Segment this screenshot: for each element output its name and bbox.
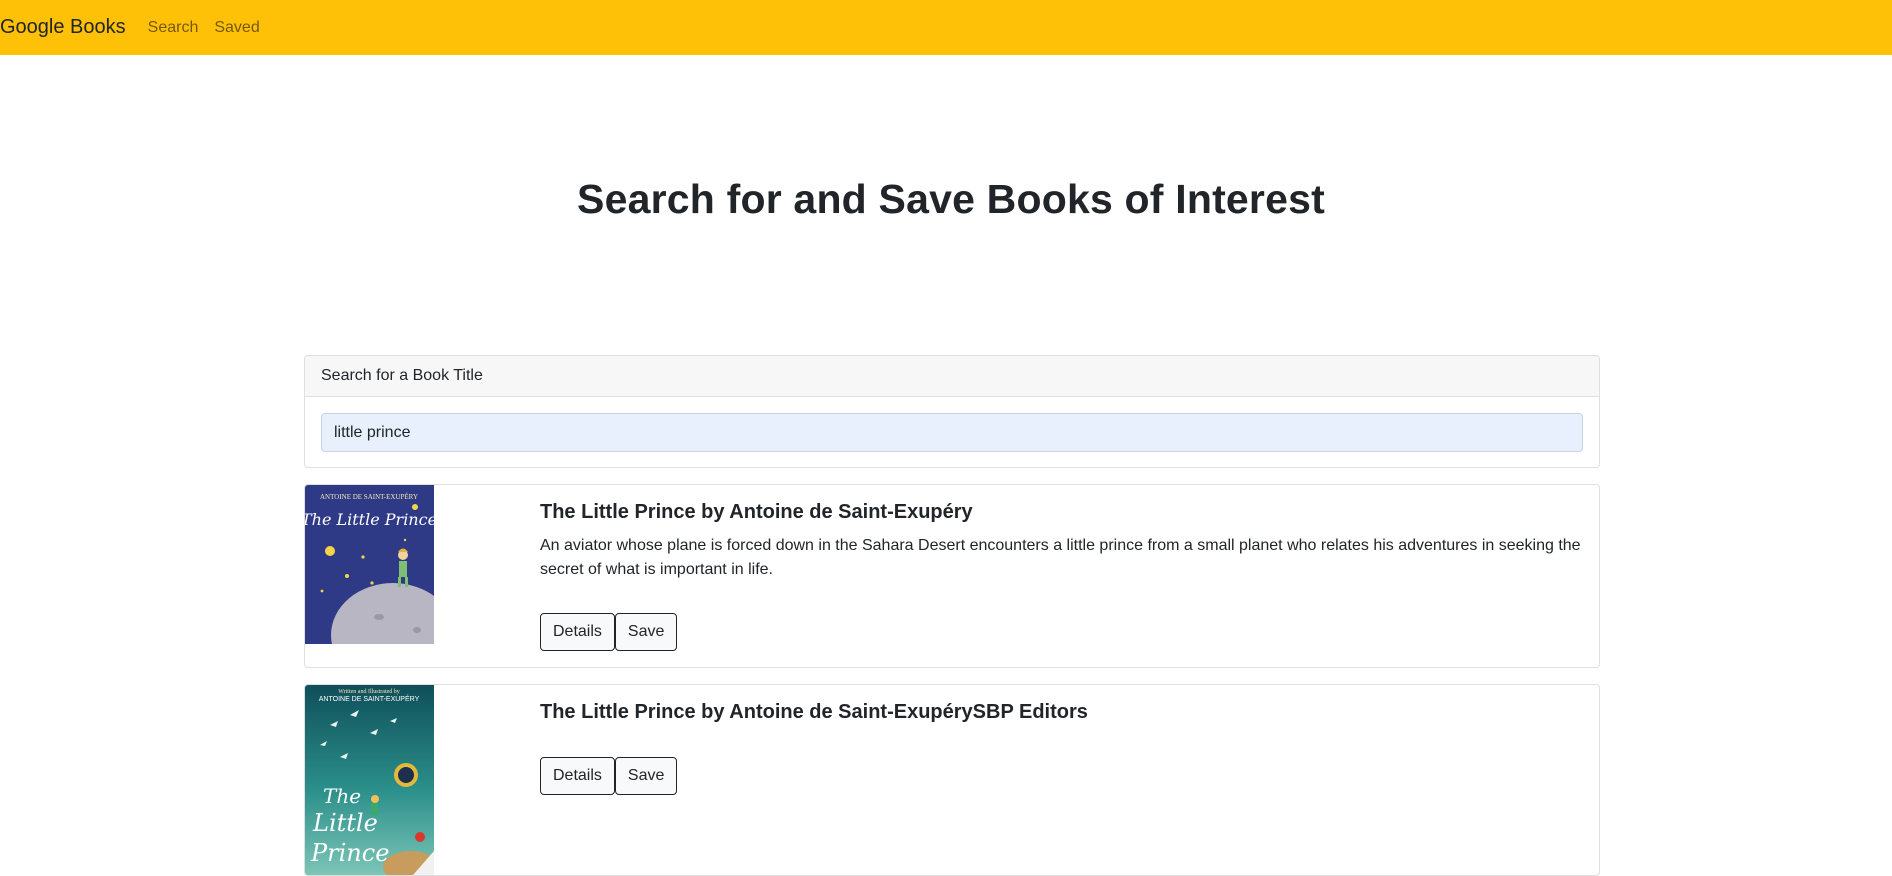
result-description: An aviator whose plane is forced down in… (540, 537, 1581, 578)
result-body: The Little Prince by Antoine de Saint-Ex… (540, 501, 1585, 582)
result-title: The Little Prince by Antoine de Saint-Ex… (540, 501, 973, 523)
save-button[interactable]: Save (614, 613, 678, 651)
result-actions: Details Save (540, 757, 678, 795)
cover-title-line: Prince (310, 839, 389, 867)
result-actions: Details Save (540, 613, 678, 651)
result-title: The Little Prince by Antoine de Saint-Ex… (540, 701, 1088, 723)
search-card-header: Search for a Book Title (305, 356, 1599, 397)
result-card: Written and Illustrated by ANTOINE DE SA… (304, 684, 1600, 876)
details-button[interactable]: Details (540, 613, 615, 651)
search-card-body (305, 397, 1599, 467)
nav-link-search[interactable]: Search (148, 19, 199, 37)
page-title: Search for and Save Books of Interest (577, 176, 1325, 222)
result-body: The Little Prince by Antoine de Saint-Ex… (540, 701, 1585, 734)
book-cover-image: ANTOINE DE SAINT-EXUPÉRY The Little Prin… (305, 485, 434, 644)
result-card: ANTOINE DE SAINT-EXUPÉRY The Little Prin… (304, 484, 1600, 668)
search-input[interactable] (321, 413, 1583, 452)
save-button[interactable]: Save (614, 757, 678, 795)
cover-top-text: Written and Illustrated by (338, 689, 400, 695)
cover-title-text: The Little Prince (305, 510, 434, 529)
cover-title-line: Little (312, 809, 378, 837)
details-button[interactable]: Details (540, 757, 615, 795)
nav-link-saved[interactable]: Saved (214, 19, 259, 37)
navbar: Google Books Search Saved (0, 0, 1892, 55)
cover-author-text: ANTOINE DE SAINT-EXUPÉRY (319, 694, 420, 703)
brand-link[interactable]: Google Books (0, 16, 126, 39)
cover-author-text: ANTOINE DE SAINT-EXUPÉRY (320, 493, 418, 501)
search-card: Search for a Book Title (304, 355, 1600, 468)
book-cover-image: Written and Illustrated by ANTOINE DE SA… (305, 685, 434, 875)
cover-title-line: The (323, 784, 361, 808)
